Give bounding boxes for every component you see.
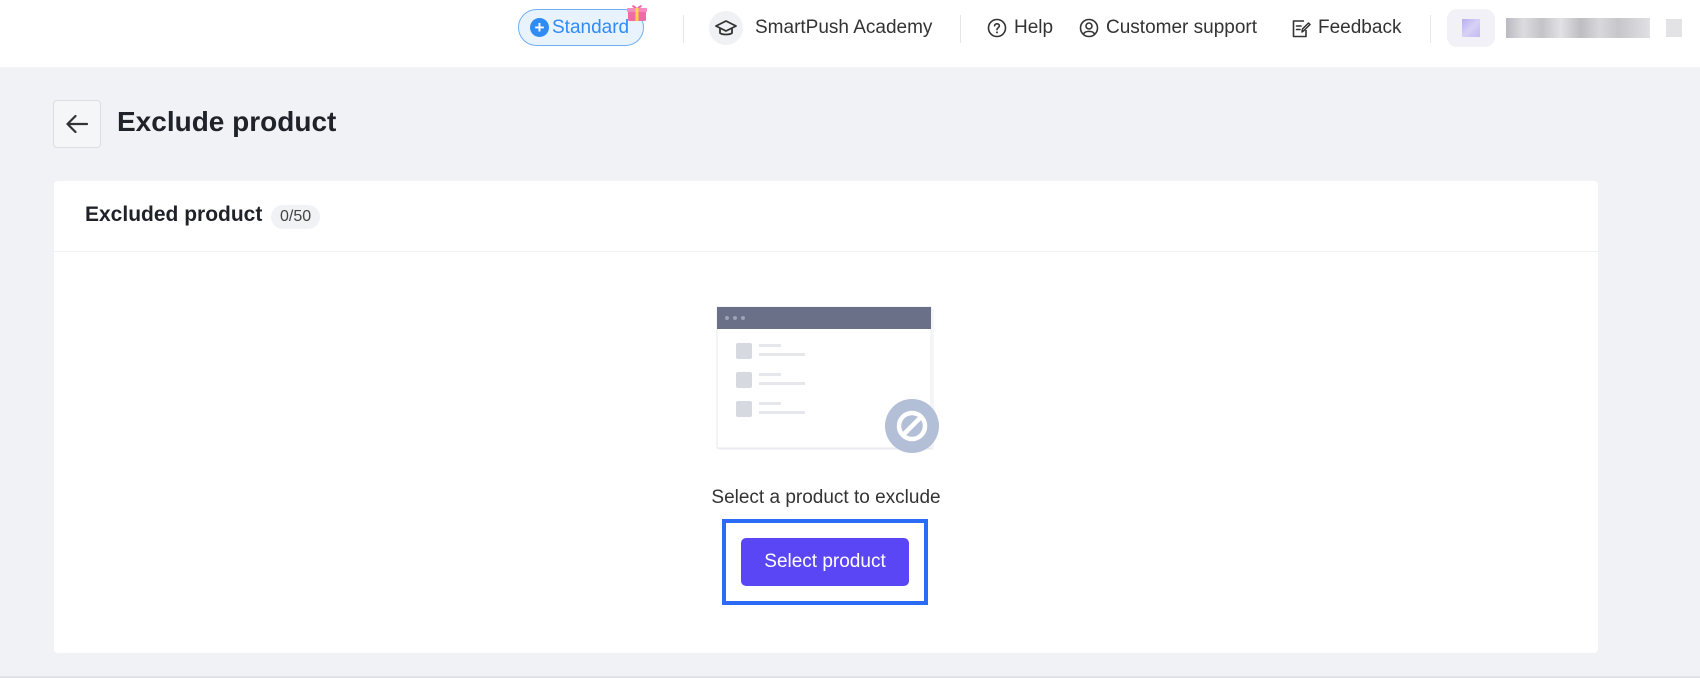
top-navigation-bar: + Standard SmartPush Academy Help Custom… — [0, 0, 1700, 67]
user-name-redacted[interactable] — [1506, 18, 1650, 38]
count-badge: 0/50 — [271, 205, 321, 229]
page-title: Exclude product — [117, 106, 337, 137]
empty-state-text: Select a product to exclude — [711, 487, 941, 508]
help-link[interactable]: Help — [987, 14, 1053, 42]
user-circle-icon — [1079, 18, 1099, 38]
divider — [1430, 15, 1431, 43]
user-menu-redacted[interactable] — [1666, 19, 1682, 37]
back-button[interactable] — [53, 100, 101, 148]
customer-support-link[interactable]: Customer support — [1079, 14, 1257, 42]
arrow-left-icon — [66, 114, 89, 134]
gift-icon — [627, 5, 647, 21]
edit-document-icon — [1292, 19, 1311, 37]
divider — [683, 15, 684, 43]
graduation-cap-icon — [709, 11, 743, 45]
academy-label: SmartPush Academy — [755, 17, 933, 38]
blocked-list-icon — [716, 306, 939, 453]
excluded-product-card: Excluded product 0/50 Select a product t… — [54, 181, 1598, 653]
customer-support-label: Customer support — [1106, 17, 1258, 38]
divider — [960, 15, 961, 43]
card-title: Excluded product — [85, 203, 263, 226]
question-circle-icon — [987, 18, 1007, 38]
feedback-link[interactable]: Feedback — [1290, 14, 1401, 42]
plus-circle-icon: + — [530, 18, 549, 37]
user-avatar[interactable] — [1447, 9, 1495, 47]
feedback-label: Feedback — [1318, 17, 1402, 38]
help-label: Help — [1014, 17, 1054, 38]
plan-label: Standard — [552, 16, 630, 38]
card-header: Excluded product 0/50 — [54, 181, 1598, 252]
select-product-button[interactable]: Select product — [741, 538, 909, 586]
academy-link[interactable]: SmartPush Academy — [709, 11, 932, 45]
